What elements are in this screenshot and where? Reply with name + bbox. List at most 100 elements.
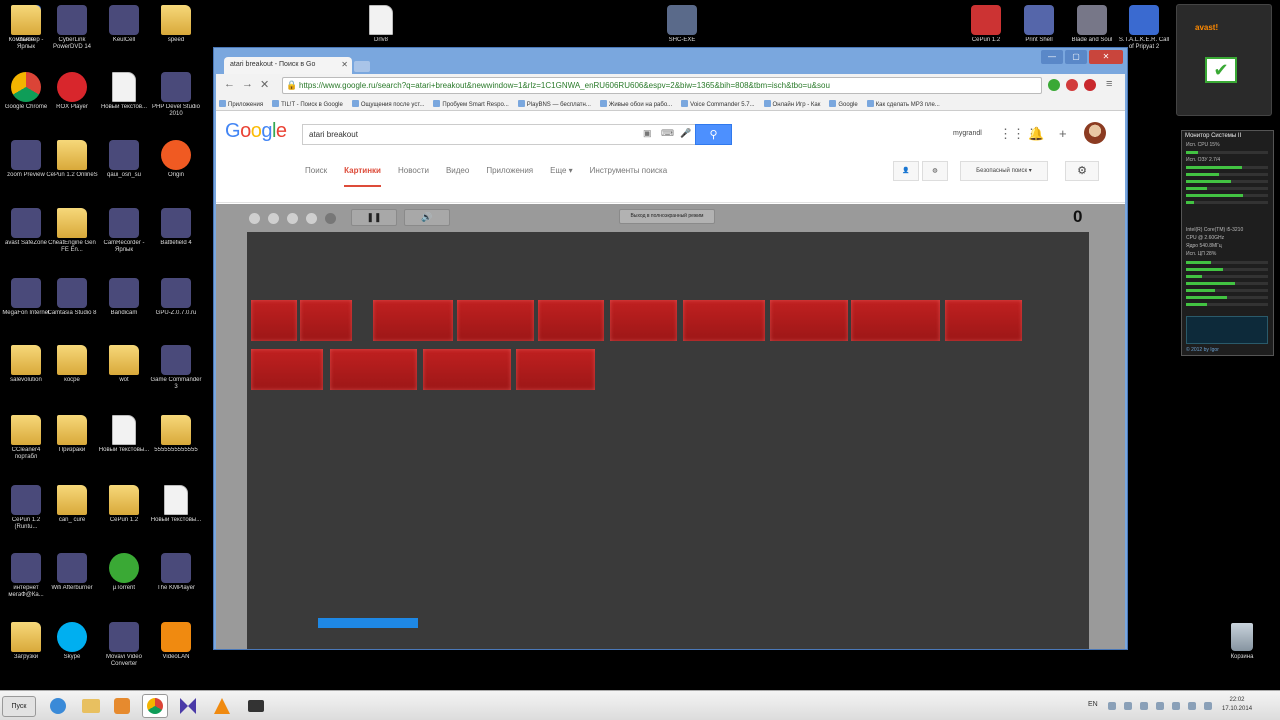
extension-icon[interactable] (1084, 79, 1096, 91)
desktop-icon[interactable]: CePun 1.2 (98, 485, 150, 524)
desktop-icon[interactable]: 5555555555555 (150, 415, 202, 454)
desktop-icon[interactable]: Новый текстовы... (98, 415, 150, 454)
settings-gear-icon[interactable]: ⚙ (1065, 161, 1099, 181)
bookmark-item[interactable]: Как сделать MP3 пле... (867, 100, 940, 108)
desktop-icon[interactable]: Новый текстовы... (150, 485, 202, 524)
tray-icon[interactable] (1124, 702, 1132, 710)
desktop-icon[interactable]: Origin (150, 140, 202, 179)
avatar[interactable] (1084, 122, 1106, 144)
desktop-icon[interactable]: Print Shell (1013, 5, 1065, 44)
desktop-icon[interactable]: GPU-Z.0.7.0.ru (150, 278, 202, 317)
tray-icon[interactable] (1140, 702, 1148, 710)
desktop-icon[interactable]: Blade and Soul (1066, 5, 1118, 44)
desktop-icon[interactable]: Drlv8 (355, 5, 407, 44)
tray-icon[interactable] (1156, 702, 1164, 710)
address-bar[interactable]: 🔒 https://www.google.ru/search?q=atari+b… (282, 77, 1042, 94)
desktop-icon[interactable]: Skype (46, 622, 98, 661)
vlc-icon[interactable] (210, 694, 236, 718)
google-logo[interactable]: Google (225, 120, 287, 143)
bookmark-item[interactable]: Онлайн Игр - Как (764, 100, 821, 108)
desktop-icon[interactable]: CePun 1.2 OnlineS (46, 140, 98, 179)
extension-icon[interactable] (1066, 79, 1078, 91)
menu-icon[interactable]: ≡ (1106, 78, 1112, 90)
bookmark-item[interactable]: Пробуем Smart Respo... (433, 100, 508, 108)
keyboard-icon[interactable]: ⌨ (661, 128, 674, 139)
fullscreen-button[interactable]: Выход в полноэкранный режим (619, 209, 715, 224)
start-button[interactable]: Пуск (2, 696, 36, 717)
search-tab[interactable]: Новости (398, 166, 429, 185)
volume-icon[interactable] (1188, 702, 1196, 710)
desktop-icon[interactable]: CamRecorder - Ярлык (98, 208, 150, 254)
desktop-icon[interactable]: Загрузки (0, 622, 52, 661)
desktop-icon[interactable]: can_ cure (46, 485, 98, 524)
user-name[interactable]: mygrandl (953, 130, 982, 137)
chrome-icon[interactable] (142, 694, 168, 718)
game-field[interactable] (247, 232, 1089, 649)
desktop-icon[interactable]: µTorrent (98, 553, 150, 592)
close-window-button[interactable]: ✕ (1089, 50, 1123, 64)
app-icon[interactable] (110, 694, 136, 718)
stop-icon[interactable]: ✕ (260, 78, 269, 91)
desktop-icon[interactable]: salevolution (0, 345, 52, 384)
desktop-icon[interactable]: Wifi Afterburner (46, 553, 98, 592)
desktop-icon[interactable]: CyberLink PowerDVD 14 (46, 5, 98, 51)
bookmark-item[interactable]: TIL!T - Поиск в Google (272, 100, 343, 108)
search-tab[interactable]: Поиск (305, 166, 327, 185)
desktop-icon[interactable]: KeulCell (98, 5, 150, 44)
extension-icon[interactable] (1048, 79, 1060, 91)
globe-icon[interactable]: ◍ (922, 161, 948, 181)
tray-icon[interactable] (1172, 702, 1180, 710)
desktop-icon[interactable]: Bandicam (98, 278, 150, 317)
desktop-icon[interactable]: PHP Devel Studio 2010 (150, 72, 202, 118)
desktop-icon[interactable]: CCleaner4 портабл (0, 415, 52, 461)
desktop-icon[interactable]: zoom Preview (0, 140, 52, 179)
search-tab[interactable]: Инструменты поиска (590, 166, 667, 185)
bookmark-item[interactable]: Google (829, 100, 857, 108)
safe-search-dropdown[interactable]: Безопасный поиск ▾ (960, 161, 1048, 181)
bookmark-item[interactable]: PlayBNS — бесплатн... (518, 100, 591, 108)
desktop-icon[interactable]: MegaFon Internet (0, 278, 52, 317)
desktop-icon[interactable]: косре (46, 345, 98, 384)
close-tab-icon[interactable]: ✕ (341, 60, 348, 69)
bookmark-item[interactable]: Ощущения после уст... (352, 100, 425, 108)
desktop-icon[interactable]: CePun 1.2 (960, 5, 1012, 44)
forward-icon[interactable]: → (242, 78, 253, 90)
desktop-icon[interactable]: ROX Player (46, 72, 98, 111)
desktop-icon[interactable]: avast SafeZone (0, 208, 52, 247)
paddle[interactable] (318, 618, 418, 628)
desktop-icon[interactable]: Camtasia Studio 8 (46, 278, 98, 317)
desktop-icon[interactable]: The KMPlayer (150, 553, 202, 592)
new-tab-button[interactable] (354, 61, 370, 72)
search-tab[interactable]: Видео (446, 166, 469, 185)
language-indicator[interactable]: EN (1088, 701, 1098, 708)
network-icon[interactable] (1204, 702, 1212, 710)
minimize-button[interactable]: — (1041, 50, 1063, 64)
camera-icon[interactable]: ▣ (643, 128, 652, 139)
desktop-icon[interactable]: S.T.A.L.K.E.R. Call of Pripyat 2 (1118, 5, 1170, 51)
desktop-icon[interactable]: CheatEngine Gen FE En... (46, 208, 98, 254)
desktop-icon[interactable]: Battlefield 4 (150, 208, 202, 247)
share-plus-icon[interactable]: + (1059, 126, 1067, 141)
notifications-icon[interactable]: 🔔 (1028, 126, 1044, 142)
desktop-icon[interactable]: интернет мегаФ@Ка... (0, 553, 52, 599)
explorer-icon[interactable] (78, 694, 104, 718)
desktop-icon[interactable]: wot (98, 345, 150, 384)
bookmark-item[interactable]: Приложения (219, 100, 263, 108)
desktop-icon[interactable]: Game Commander 3 (150, 345, 202, 391)
maximize-button[interactable]: ▢ (1065, 50, 1087, 64)
desktop-icon[interactable]: qaui_osn_su (98, 140, 150, 179)
desktop-icon[interactable]: SHC-EXE (656, 5, 708, 44)
desktop-icon[interactable]: Game (0, 5, 52, 44)
browser-tab[interactable]: atari breakout - Поиск в Go ✕ (224, 57, 352, 74)
pause-button[interactable]: ❚❚ (351, 209, 397, 226)
tray-icon[interactable] (1108, 702, 1116, 710)
avast-widget[interactable]: avast! ✔ (1176, 4, 1272, 116)
desktop-icon[interactable]: speed (150, 5, 202, 44)
person-icon[interactable]: 👤 (893, 161, 919, 181)
sound-button[interactable]: 🔊 (404, 209, 450, 226)
desktop-icon[interactable]: VideoLAN (150, 622, 202, 661)
back-icon[interactable]: ← (224, 78, 235, 90)
desktop-icon[interactable]: Призраки (46, 415, 98, 454)
clock[interactable]: 22:02 17.10.2014 (1222, 696, 1252, 714)
bookmark-item[interactable]: Voice Commander 5.7... (681, 100, 754, 108)
